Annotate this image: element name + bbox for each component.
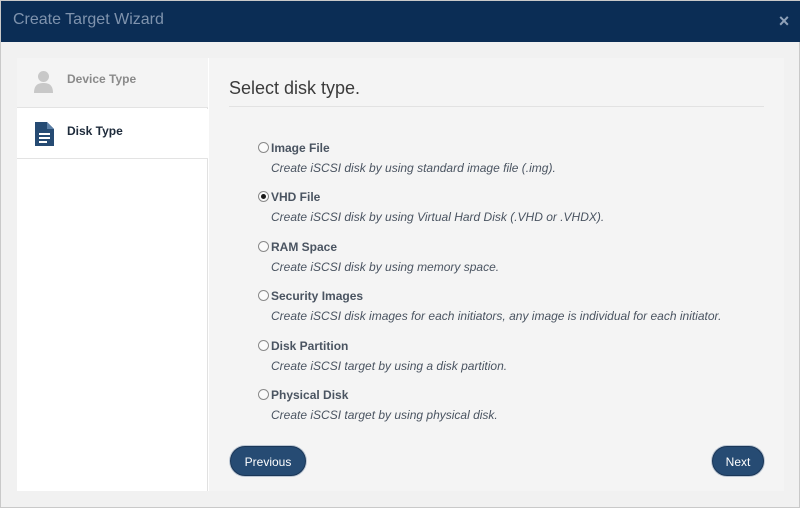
option-description: Create iSCSI disk images for each initia… — [271, 309, 722, 323]
divider — [229, 106, 764, 107]
next-button[interactable]: Next — [712, 446, 764, 476]
option-description: Create iSCSI target by using physical di… — [271, 408, 498, 422]
document-icon — [33, 121, 55, 152]
user-icon — [33, 70, 54, 99]
radio-security-images[interactable] — [258, 290, 269, 301]
option-label[interactable]: Disk Partition — [271, 339, 348, 353]
sidebar-item-label: Device Type — [67, 72, 137, 86]
previous-button[interactable]: Previous — [230, 446, 306, 476]
radio-disk-partition[interactable] — [258, 340, 269, 351]
radio-image-file[interactable] — [258, 142, 269, 153]
close-icon[interactable]: × — [777, 12, 791, 30]
option-description: Create iSCSI disk by using Virtual Hard … — [271, 210, 605, 224]
option-label[interactable]: RAM Space — [271, 240, 337, 254]
option-description: Create iSCSI disk by using standard imag… — [271, 161, 556, 175]
option-description: Create iSCSI disk by using memory space. — [271, 260, 500, 274]
option-label[interactable]: Image File — [271, 141, 330, 155]
option-label[interactable]: VHD File — [271, 190, 320, 204]
sidebar-item-label: Disk Type — [67, 124, 123, 138]
wizard-steps-sidebar: Device Type Disk Type — [17, 58, 208, 491]
wizard-panel: Device Type Disk Type Select disk type. — [17, 58, 784, 491]
option-description: Create iSCSI target by using a disk part… — [271, 359, 508, 373]
radio-physical-disk[interactable] — [258, 389, 269, 400]
disk-type-content: Select disk type. Image File Create iSCS… — [209, 58, 784, 491]
page-title: Select disk type. — [229, 78, 361, 98]
title-bar: Create Target Wizard × — [1, 1, 800, 42]
option-label[interactable]: Physical Disk — [271, 388, 348, 402]
wizard-window: Create Target Wizard × Device Type Disk … — [0, 0, 800, 508]
sidebar-item-disk-type[interactable]: Disk Type — [17, 109, 208, 159]
radio-vhd-file[interactable] — [258, 191, 269, 202]
sidebar-item-device-type[interactable]: Device Type — [17, 58, 208, 108]
radio-ram-space[interactable] — [258, 241, 269, 252]
option-label[interactable]: Security Images — [271, 289, 363, 303]
window-title: Create Target Wizard — [13, 11, 164, 28]
